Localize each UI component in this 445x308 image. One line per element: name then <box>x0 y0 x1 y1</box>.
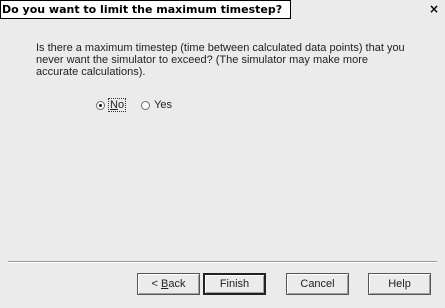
title-bar: Do you want to limit the maximum timeste… <box>0 0 445 19</box>
title-box: Do you want to limit the maximum timeste… <box>0 0 292 19</box>
back-prefix: < <box>151 278 161 290</box>
back-rest: ack <box>168 278 186 290</box>
radio-option-no[interactable]: No <box>96 98 127 112</box>
finish-button[interactable]: Finish <box>203 273 266 295</box>
button-separator <box>8 261 437 263</box>
no-mnemonic: N <box>110 99 118 111</box>
radio-option-yes[interactable]: Yes <box>141 99 172 111</box>
radio-label-no: No <box>107 98 127 112</box>
close-icon[interactable]: × <box>427 2 441 16</box>
no-rest: o <box>117 99 125 111</box>
back-mnemonic: B <box>161 278 169 290</box>
prompt-text: Is there a maximum timestep (time betwee… <box>36 42 405 78</box>
help-button[interactable]: Help <box>368 273 431 295</box>
radio-button-icon[interactable] <box>96 100 105 110</box>
radio-button-icon[interactable] <box>141 100 151 110</box>
cancel-button[interactable]: Cancel <box>286 273 349 295</box>
radio-label-yes: Yes <box>154 99 173 111</box>
dialog-window: Do you want to limit the maximum timeste… <box>0 0 445 308</box>
window-title: Do you want to limit the maximum timeste… <box>2 3 283 16</box>
back-button[interactable]: < Back <box>137 273 200 295</box>
limit-timestep-radio-group: No Yes <box>96 98 172 112</box>
